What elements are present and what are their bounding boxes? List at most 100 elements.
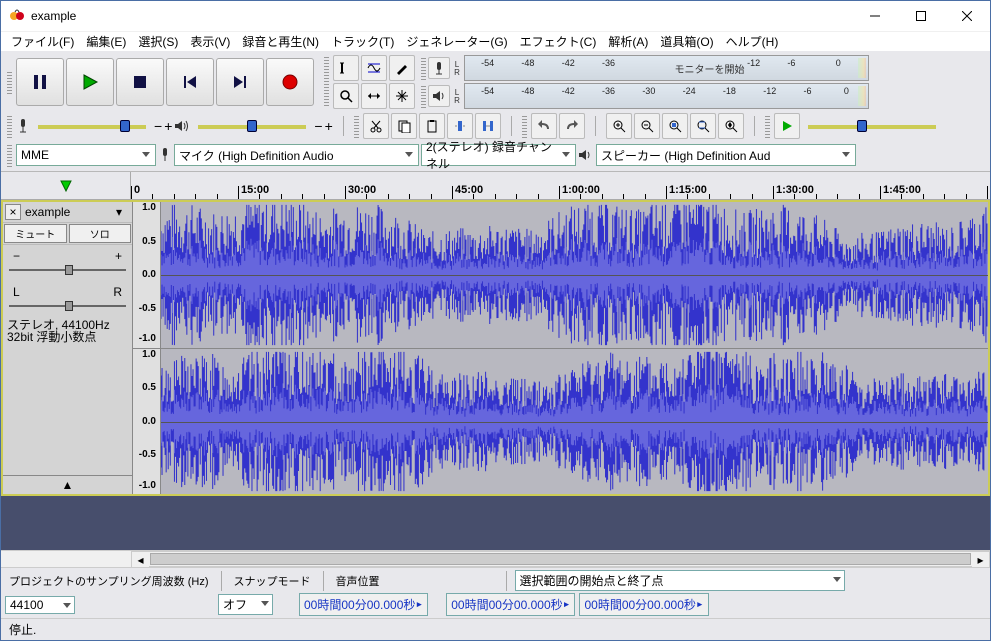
playback-device-select[interactable]: スピーカー (High Definition Aud <box>596 144 856 166</box>
mic-icon <box>16 118 30 134</box>
tools-toolbar <box>320 53 419 111</box>
scroll-left-button[interactable]: ◂ <box>132 552 149 567</box>
audio-position-field[interactable]: 00時間00分00.000秒▸ <box>299 593 428 616</box>
menu-view[interactable]: 表示(V) <box>184 31 236 52</box>
snap-label: スナップモード <box>230 573 315 589</box>
waveform-right[interactable] <box>161 349 988 494</box>
fit-selection-button[interactable] <box>662 113 688 139</box>
zoom-in-button[interactable] <box>606 113 632 139</box>
track-collapse-button[interactable]: ▲ <box>3 475 132 494</box>
zoom-toggle-button[interactable] <box>718 113 744 139</box>
grip-icon[interactable] <box>7 143 12 167</box>
copy-button[interactable] <box>391 113 417 139</box>
recording-meter[interactable]: -54 -48 -42 -36 モニターを開始 -12 -6 0 <box>464 55 869 81</box>
recording-channels-select[interactable]: 2(ステレオ) 録音チャンネル <box>421 144 576 166</box>
menu-select[interactable]: 選択(S) <box>132 31 184 52</box>
menu-track[interactable]: トラック(T) <box>325 31 400 52</box>
track-close-button[interactable]: × <box>5 204 21 220</box>
recording-device-select[interactable]: マイク (High Definition Audio <box>174 144 419 166</box>
timeshift-tool[interactable] <box>361 83 387 109</box>
grip-icon[interactable] <box>522 114 527 138</box>
speaker-icon <box>174 119 190 133</box>
pause-button[interactable] <box>16 58 64 106</box>
selection-tool[interactable] <box>333 55 359 81</box>
envelope-tool[interactable] <box>361 55 387 81</box>
skip-start-button[interactable] <box>166 58 214 106</box>
timeline-ruler[interactable]: 015:0030:0045:001:00:001:15:001:30:001:4… <box>131 172 990 199</box>
status-text: 停止. <box>9 621 36 638</box>
sample-rate-select[interactable]: 44100 <box>5 596 75 614</box>
vertical-scale[interactable]: 1.0 0.5 0.0 -0.5 -1.0 <box>133 349 161 494</box>
transport-toolbar <box>3 56 318 108</box>
menu-effect[interactable]: エフェクト(C) <box>514 31 603 52</box>
grip-icon[interactable] <box>7 70 12 94</box>
play-meter-icon[interactable] <box>428 85 450 107</box>
grip-icon[interactable] <box>765 114 770 138</box>
mic-icon <box>158 147 172 163</box>
play-at-speed-toolbar <box>761 111 946 141</box>
mute-button[interactable]: ミュート <box>4 224 67 243</box>
horizontal-scrollbar[interactable]: ◂ ▸ <box>1 550 990 567</box>
timeline-head <box>1 172 131 199</box>
solo-button[interactable]: ソロ <box>69 224 132 243</box>
menu-help[interactable]: ヘルプ(H) <box>720 31 785 52</box>
scroll-thumb[interactable] <box>150 553 971 565</box>
menu-generate[interactable]: ジェネレーター(G) <box>400 31 513 52</box>
redo-button[interactable] <box>559 113 585 139</box>
skip-end-button[interactable] <box>216 58 264 106</box>
menu-toolbox[interactable]: 道具箱(O) <box>654 31 719 52</box>
grip-icon[interactable] <box>421 84 426 108</box>
undo-button[interactable] <box>531 113 557 139</box>
stop-button[interactable] <box>116 58 164 106</box>
grip-icon[interactable] <box>354 114 359 138</box>
multi-tool[interactable] <box>389 83 415 109</box>
close-button[interactable] <box>944 1 990 31</box>
silence-button[interactable] <box>475 113 501 139</box>
selection-toolbar: プロジェクトのサンプリング周波数 (Hz) スナップモード 音声位置 選択範囲の… <box>1 567 990 618</box>
scroll-right-button[interactable]: ▸ <box>972 552 989 567</box>
snap-mode-select[interactable]: オフ <box>218 594 273 615</box>
play-at-speed-button[interactable] <box>774 113 800 139</box>
audio-host-select[interactable]: MME <box>16 144 156 166</box>
selection-start-field[interactable]: 00時間00分00.000秒▸ <box>446 593 575 616</box>
grip-icon[interactable] <box>324 55 329 107</box>
track-name[interactable]: example <box>23 203 116 221</box>
recording-volume-slider[interactable] <box>32 117 152 135</box>
zoom-out-button[interactable] <box>634 113 660 139</box>
draw-tool[interactable] <box>389 55 415 81</box>
selection-mode-select[interactable]: 選択範囲の開始点と終了点 <box>515 570 845 591</box>
menu-analyze[interactable]: 解析(A) <box>602 31 654 52</box>
speaker-icon <box>578 148 594 162</box>
rec-meter-icon[interactable] <box>428 57 450 79</box>
pan-slider[interactable]: LR <box>3 281 132 317</box>
maximize-button[interactable] <box>898 1 944 31</box>
gain-slider[interactable]: −+ <box>3 245 132 281</box>
minimize-button[interactable] <box>852 1 898 31</box>
paste-button[interactable] <box>419 113 445 139</box>
zoom-tool[interactable] <box>333 83 359 109</box>
grip-icon[interactable] <box>421 56 426 80</box>
selection-end-field[interactable]: 00時間00分00.000秒▸ <box>579 593 708 616</box>
menu-edit[interactable]: 編集(E) <box>80 31 132 52</box>
menu-record[interactable]: 録音と再生(N) <box>236 31 325 52</box>
track-format-info: ステレオ, 44100Hz 32bit 浮動小数点 <box>3 317 132 345</box>
menu-file[interactable]: ファイル(F) <box>5 31 80 52</box>
fit-project-button[interactable] <box>690 113 716 139</box>
grip-icon[interactable] <box>7 114 12 138</box>
play-button[interactable] <box>66 58 114 106</box>
app-icon <box>9 8 25 24</box>
playback-volume-slider[interactable] <box>192 117 312 135</box>
waveform-left[interactable] <box>161 202 988 348</box>
vertical-scale[interactable]: 1.0 0.5 0.0 -0.5 -1.0 <box>133 202 161 348</box>
playback-speed-slider[interactable] <box>802 117 942 135</box>
record-button[interactable] <box>266 58 314 106</box>
sample-rate-label: プロジェクトのサンプリング周波数 (Hz) <box>5 573 213 589</box>
timeline[interactable]: 015:0030:0045:001:00:001:15:001:30:001:4… <box>1 172 990 200</box>
playback-meter[interactable]: -54 -48 -42 -36 -30 -24 -18 -12 -6 0 <box>464 83 869 109</box>
trim-button[interactable] <box>447 113 473 139</box>
window-title: example <box>31 9 852 23</box>
empty-track-area[interactable] <box>1 496 990 546</box>
cut-button[interactable] <box>363 113 389 139</box>
menubar: ファイル(F) 編集(E) 選択(S) 表示(V) 録音と再生(N) トラック(… <box>1 31 990 51</box>
track-menu-button[interactable]: ▾ <box>116 205 132 219</box>
